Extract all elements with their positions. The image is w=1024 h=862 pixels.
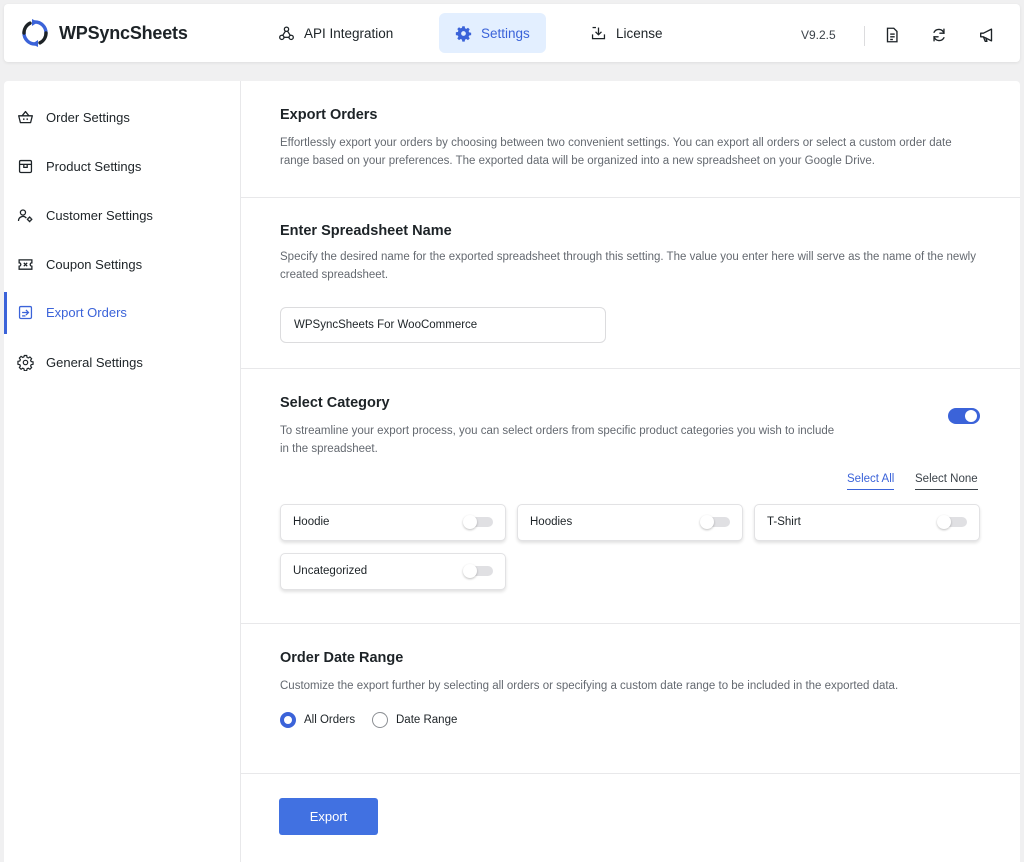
download-tray-icon xyxy=(591,26,606,39)
refresh-icon xyxy=(933,28,945,42)
sidebar-item-product-settings[interactable]: Product Settings xyxy=(4,146,240,186)
section-title: Order Date Range xyxy=(280,650,404,666)
tab-label: API Integration xyxy=(304,25,394,41)
sync-logo-icon xyxy=(22,19,48,47)
radio-label: All Orders xyxy=(304,714,356,726)
announcements-button[interactable] xyxy=(978,26,996,44)
sidebar-item-label: Export Orders xyxy=(46,304,127,320)
header-divider xyxy=(864,26,865,46)
spreadsheet-name-section: Enter Spreadsheet Name Specify the desir… xyxy=(241,198,1020,369)
settings-panel: Order Settings Product Settings Customer… xyxy=(4,81,1020,862)
radio-date-range[interactable]: Date Range xyxy=(372,712,457,728)
sidebar-item-label: General Settings xyxy=(46,354,143,370)
tab-label: Settings xyxy=(481,25,530,41)
sidebar-item-general-settings[interactable]: General Settings xyxy=(4,342,240,382)
section-title: Enter Spreadsheet Name xyxy=(280,223,452,239)
app-logo[interactable]: WPSyncSheets xyxy=(20,18,188,48)
category-toggle[interactable] xyxy=(463,515,493,529)
gear-icon xyxy=(17,354,34,371)
store-icon xyxy=(18,159,33,173)
basket-icon xyxy=(18,110,33,123)
top-header: WPSyncSheets API Integration Settings Li… xyxy=(4,4,1020,62)
sidebar-item-export-orders[interactable]: Export Orders xyxy=(4,292,240,334)
sidebar-item-label: Customer Settings xyxy=(46,207,153,223)
select-none-button[interactable]: Select None xyxy=(915,473,978,490)
documentation-button[interactable] xyxy=(883,26,901,44)
radio-button[interactable] xyxy=(280,712,296,728)
category-card-hoodie[interactable]: Hoodie xyxy=(280,504,506,541)
sidebar-item-customer-settings[interactable]: Customer Settings xyxy=(4,195,240,235)
radio-button[interactable] xyxy=(372,712,388,728)
sidebar-item-coupon-settings[interactable]: Coupon Settings xyxy=(4,244,240,284)
tab-license[interactable]: License xyxy=(574,13,679,53)
category-label: Hoodies xyxy=(530,516,573,528)
category-label: Uncategorized xyxy=(293,565,368,577)
category-card-hoodies[interactable]: Hoodies xyxy=(517,504,743,541)
webhook-icon xyxy=(279,25,294,40)
select-all-button[interactable]: Select All xyxy=(847,473,895,490)
section-title: Select Category xyxy=(280,395,390,411)
sidebar-item-label: Order Settings xyxy=(46,109,130,125)
ticket-icon xyxy=(18,258,33,270)
section-description: To streamline your export process, you c… xyxy=(280,425,835,455)
tab-settings[interactable]: Settings xyxy=(439,13,546,53)
section-title: Export Orders xyxy=(280,107,378,123)
category-toggle[interactable] xyxy=(937,515,967,529)
gear-icon xyxy=(455,25,472,42)
export-icon xyxy=(18,305,33,319)
settings-sidebar: Order Settings Product Settings Customer… xyxy=(4,81,241,862)
section-description: Effortlessly export your orders by choos… xyxy=(280,137,952,167)
sidebar-item-label: Coupon Settings xyxy=(46,256,143,272)
category-filter-toggle[interactable] xyxy=(948,408,980,424)
section-description: Customize the export further by selectin… xyxy=(280,680,899,692)
document-icon xyxy=(886,27,898,43)
user-gear-icon xyxy=(17,208,33,222)
category-label: Hoodie xyxy=(293,516,330,528)
tab-api-integration[interactable]: API Integration xyxy=(262,13,409,53)
app-title: WPSyncSheets xyxy=(59,22,188,43)
sidebar-item-order-settings[interactable]: Order Settings xyxy=(4,97,240,137)
section-description: Specify the desired name for the exporte… xyxy=(280,251,976,281)
export-button[interactable]: Export xyxy=(279,798,378,835)
spreadsheet-name-input[interactable] xyxy=(280,307,606,343)
date-range-section: Order Date Range Customize the export fu… xyxy=(241,624,1020,774)
megaphone-icon xyxy=(980,28,993,42)
version-label: V9.2.5 xyxy=(801,28,836,42)
category-label: T-Shirt xyxy=(767,516,801,528)
category-toggle[interactable] xyxy=(700,515,730,529)
radio-all-orders[interactable]: All Orders xyxy=(280,712,355,728)
sidebar-item-label: Product Settings xyxy=(46,158,142,174)
category-card-t-shirt[interactable]: T-Shirt xyxy=(754,504,980,541)
radio-label: Date Range xyxy=(396,714,458,726)
category-toggle[interactable] xyxy=(463,564,493,578)
category-card-uncategorized[interactable]: Uncategorized xyxy=(280,553,506,590)
export-orders-section: Export Orders Effortlessly export your o… xyxy=(241,81,1020,198)
sync-button[interactable] xyxy=(930,26,948,44)
tab-label: License xyxy=(616,25,663,41)
